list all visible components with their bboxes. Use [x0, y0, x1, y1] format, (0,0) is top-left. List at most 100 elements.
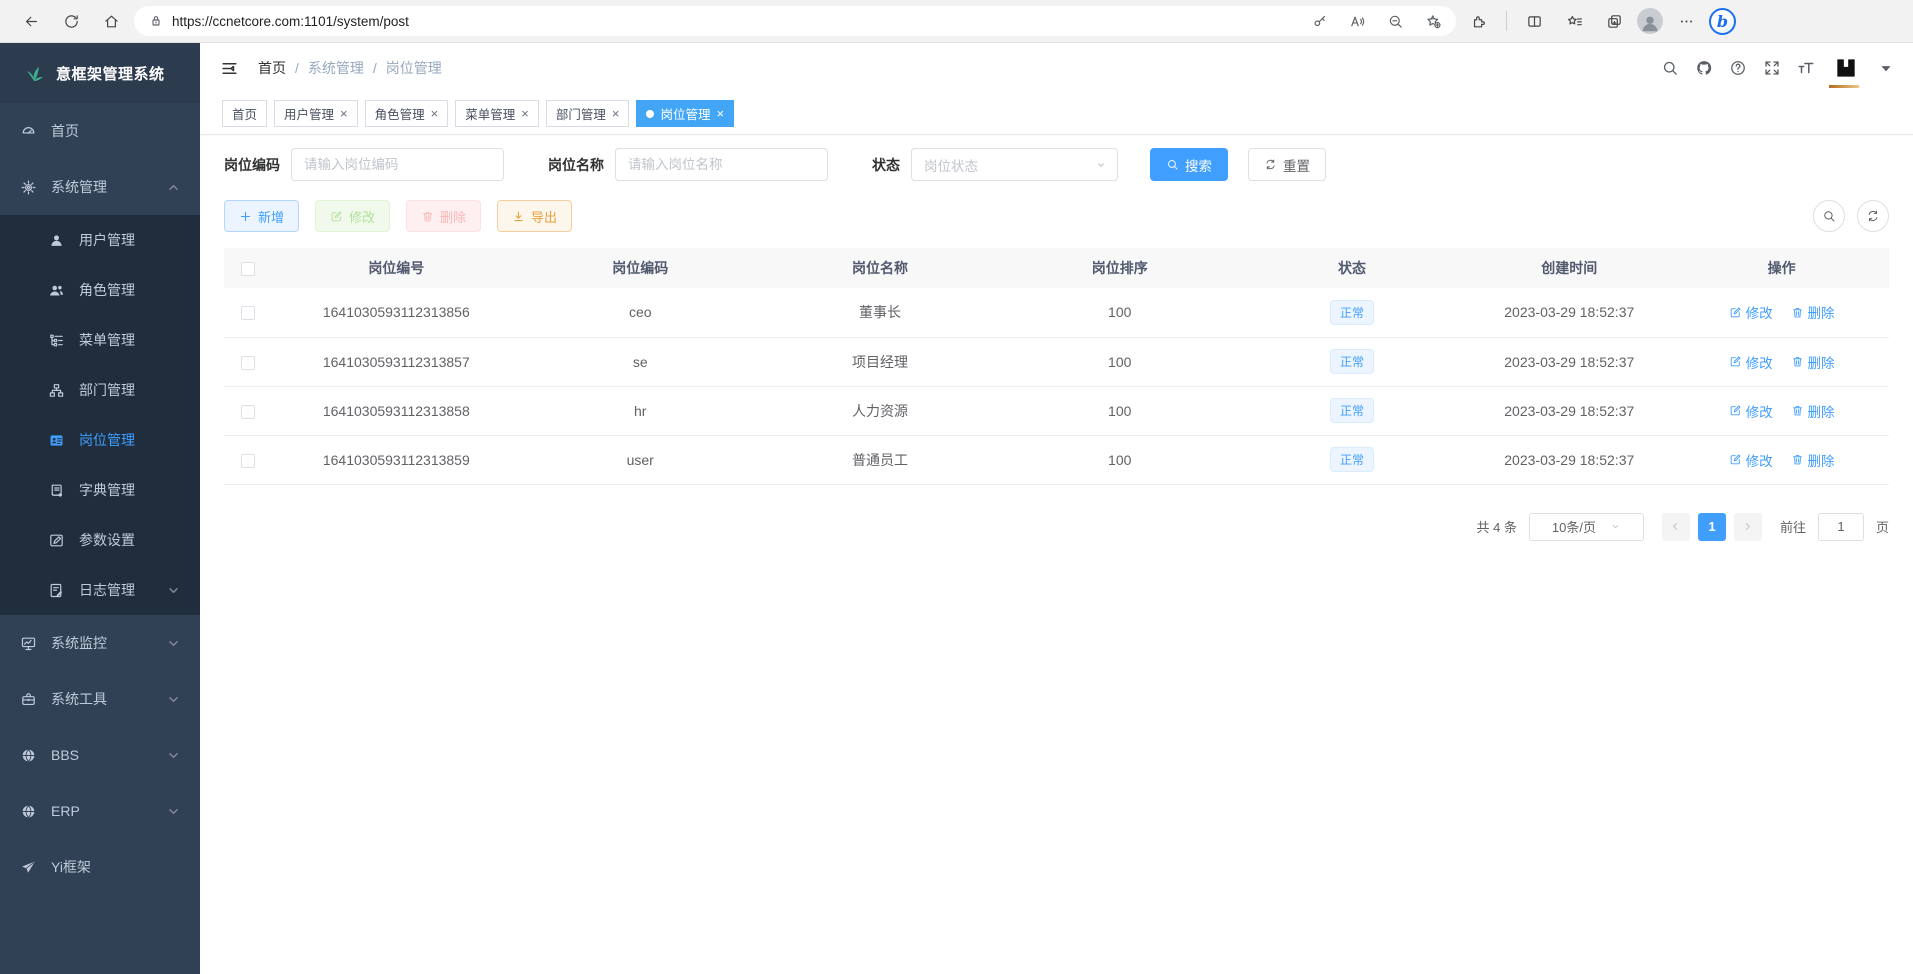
refresh-table-button[interactable]: [1857, 200, 1889, 232]
tab-posts[interactable]: 岗位管理 ×: [636, 100, 734, 127]
sidebar-item-dict[interactable]: 字典管理: [0, 465, 200, 515]
header-search-icon[interactable]: [1661, 59, 1679, 77]
cell-create-time: 2023-03-29 18:52:37: [1464, 386, 1674, 435]
delete-button[interactable]: 删除: [406, 200, 481, 232]
tab-close-icon[interactable]: ×: [340, 106, 348, 121]
sidebar-item-home[interactable]: 首页: [0, 103, 200, 159]
favorite-add-button[interactable]: [1416, 6, 1450, 36]
export-button[interactable]: 导出: [497, 200, 572, 232]
plus-icon: [239, 210, 252, 223]
edit-button[interactable]: 修改: [315, 200, 390, 232]
row-delete-label: 删除: [1808, 401, 1835, 421]
cell-post-sort: 100: [1000, 435, 1240, 484]
status-select[interactable]: 岗位状态: [911, 148, 1118, 181]
sidebar-collapse-button[interactable]: [214, 53, 244, 83]
col-post-name: 岗位名称: [760, 248, 1000, 288]
sidebar-item-posts[interactable]: 岗位管理: [0, 415, 200, 465]
tab-home[interactable]: 首页: [222, 100, 267, 127]
sidebar-item-departments[interactable]: 部门管理: [0, 365, 200, 415]
row-delete-link[interactable]: 删除: [1791, 450, 1835, 470]
row-delete-link[interactable]: 删除: [1791, 302, 1835, 322]
sidebar-item-system[interactable]: 系统管理: [0, 159, 200, 215]
row-edit-link[interactable]: 修改: [1729, 401, 1773, 421]
page-size-select[interactable]: 10条/页: [1529, 513, 1644, 541]
page-1-button[interactable]: 1: [1698, 513, 1726, 541]
col-post-id: 岗位编号: [272, 248, 520, 288]
address-bar[interactable]: https://ccnetcore.com:1101/system/post: [134, 6, 1456, 36]
breadcrumb: 首页 / 系统管理 / 岗位管理: [258, 58, 442, 78]
tab-close-icon[interactable]: ×: [612, 106, 620, 121]
tab-departments[interactable]: 部门管理 ×: [546, 100, 630, 127]
sidebar-item-erp[interactable]: ERP: [0, 783, 200, 839]
edit-icon: [1729, 404, 1742, 417]
favorites-bar-button[interactable]: [1557, 6, 1591, 36]
goto-page-input[interactable]: [1818, 513, 1864, 541]
post-code-input[interactable]: [291, 148, 504, 181]
sidebar-item-roles[interactable]: 角色管理: [0, 265, 200, 315]
github-icon[interactable]: [1695, 59, 1713, 77]
cell-post-sort: 100: [1000, 337, 1240, 386]
password-key-button[interactable]: [1302, 6, 1336, 36]
cell-post-sort: 100: [1000, 288, 1240, 337]
row-delete-link[interactable]: 删除: [1791, 401, 1835, 421]
sidebar-item-users[interactable]: 用户管理: [0, 215, 200, 265]
prev-page-button[interactable]: [1662, 513, 1690, 541]
tab-roles[interactable]: 角色管理 ×: [365, 100, 449, 127]
row-checkbox[interactable]: [241, 405, 255, 419]
sidebar-item-menus[interactable]: 菜单管理: [0, 315, 200, 365]
reset-button[interactable]: 重置: [1248, 148, 1326, 181]
copilot-icon[interactable]: b: [1709, 8, 1736, 35]
zoom-out-button[interactable]: [1378, 6, 1412, 36]
sidebar-item-label: 部门管理: [79, 380, 135, 400]
sidebar-item-label: 字典管理: [79, 480, 135, 500]
trash-icon: [1791, 404, 1804, 417]
sidebar-item-bbs[interactable]: BBS: [0, 727, 200, 783]
leaf-logo-icon: [22, 61, 46, 85]
text-size-icon[interactable]: [1797, 59, 1815, 77]
browser-home-button[interactable]: [94, 6, 128, 36]
tab-menus[interactable]: 菜单管理 ×: [455, 100, 539, 127]
row-edit-link[interactable]: 修改: [1729, 450, 1773, 470]
url-text[interactable]: https://ccnetcore.com:1101/system/post: [172, 14, 1294, 29]
breadcrumb-home[interactable]: 首页: [258, 58, 286, 78]
row-checkbox[interactable]: [241, 356, 255, 370]
avatar-caret-icon[interactable]: [1877, 59, 1895, 77]
search-button[interactable]: 搜索: [1150, 148, 1228, 181]
read-aloud-button[interactable]: [1340, 6, 1374, 36]
sidebar-item-monitor[interactable]: 系统监控: [0, 615, 200, 671]
collections-button[interactable]: [1597, 6, 1631, 36]
tab-close-icon[interactable]: ×: [716, 106, 724, 121]
row-checkbox[interactable]: [241, 454, 255, 468]
sidebar-item-logs[interactable]: 日志管理: [0, 565, 200, 615]
select-all-checkbox[interactable]: [241, 262, 255, 276]
row-checkbox[interactable]: [241, 306, 255, 320]
gear-icon: [20, 179, 37, 196]
split-screen-button[interactable]: [1517, 6, 1551, 36]
row-edit-link[interactable]: 修改: [1729, 302, 1773, 322]
next-page-button[interactable]: [1734, 513, 1762, 541]
sidebar-item-params[interactable]: 参数设置: [0, 515, 200, 565]
toggle-search-button[interactable]: [1813, 200, 1845, 232]
tab-close-icon[interactable]: ×: [431, 106, 439, 121]
breadcrumb-system[interactable]: 系统管理: [308, 58, 364, 78]
sidebar-item-yi[interactable]: Yi框架: [0, 839, 200, 895]
reset-button-label: 重置: [1283, 155, 1310, 175]
browser-back-button[interactable]: [14, 6, 48, 36]
browser-menu-button[interactable]: [1669, 6, 1703, 36]
sidebar-item-tools[interactable]: 系统工具: [0, 671, 200, 727]
badge-icon: [48, 432, 65, 449]
row-edit-link[interactable]: 修改: [1729, 352, 1773, 372]
row-delete-link[interactable]: 删除: [1791, 352, 1835, 372]
tab-close-icon[interactable]: ×: [521, 106, 529, 121]
edit-square-icon: [48, 532, 65, 549]
fullscreen-icon[interactable]: [1763, 59, 1781, 77]
tab-users[interactable]: 用户管理 ×: [274, 100, 358, 127]
help-icon[interactable]: [1729, 59, 1747, 77]
extensions-button[interactable]: [1462, 6, 1496, 36]
post-name-input[interactable]: [615, 148, 828, 181]
browser-refresh-button[interactable]: [54, 6, 88, 36]
user-avatar[interactable]: [1831, 53, 1861, 83]
browser-profile-avatar[interactable]: [1637, 8, 1663, 34]
add-button[interactable]: 新增: [224, 200, 299, 232]
table-row: 1641030593112313859 user 普通员工 100 正常 202…: [224, 435, 1889, 484]
